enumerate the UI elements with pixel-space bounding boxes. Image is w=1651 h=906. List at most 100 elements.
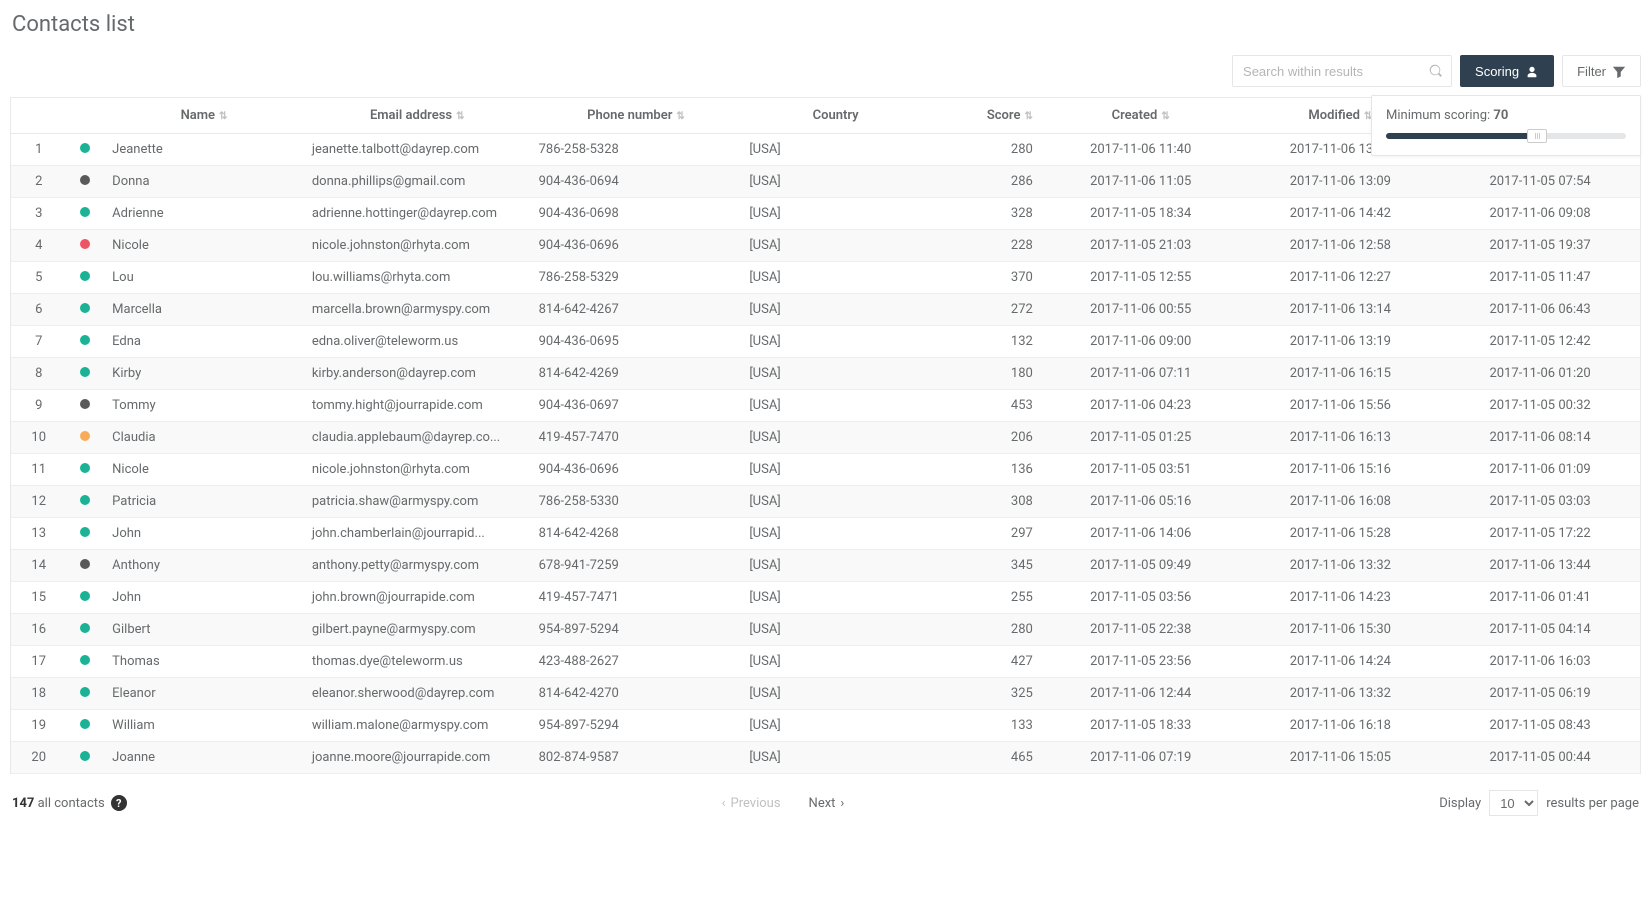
row-index: 12 — [11, 486, 66, 518]
row-phone: 814-642-4267 — [531, 294, 742, 326]
row-phone: 954-897-5294 — [531, 614, 742, 646]
footer-display: Display 10 results per page — [1439, 790, 1639, 816]
search-box[interactable] — [1232, 55, 1452, 87]
per-page-select[interactable]: 10 — [1489, 790, 1538, 816]
table-row[interactable]: 7Ednaedna.oliver@teleworm.us904-436-0695… — [11, 326, 1640, 358]
prev-link[interactable]: ‹ Previous — [722, 796, 781, 811]
row-status — [66, 646, 104, 678]
row-email: eleanor.sherwood@dayrep.com — [304, 678, 531, 710]
row-accessed: 2017-11-05 07:54 — [1440, 166, 1640, 198]
table-row[interactable]: 20Joannejoanne.moore@jourrapide.com802-8… — [11, 742, 1640, 774]
table-row[interactable]: 15Johnjohn.brown@jourrapide.com419-457-7… — [11, 582, 1640, 614]
search-icon[interactable] — [1429, 64, 1443, 79]
status-dot-icon — [80, 495, 90, 505]
sort-icon: ⇅ — [219, 112, 227, 122]
table-row[interactable]: 16Gilbertgilbert.payne@armyspy.com954-89… — [11, 614, 1640, 646]
row-status — [66, 742, 104, 774]
row-index: 20 — [11, 742, 66, 774]
row-modified: 2017-11-06 12:27 — [1241, 262, 1441, 294]
status-dot-icon — [80, 207, 90, 217]
table-row[interactable]: 8Kirbykirby.anderson@dayrep.com814-642-4… — [11, 358, 1640, 390]
col-name[interactable]: Name⇅ — [104, 98, 304, 134]
row-accessed: 2017-11-06 16:03 — [1440, 646, 1640, 678]
table-row[interactable]: 19Williamwilliam.malone@armyspy.com954-8… — [11, 710, 1640, 742]
help-icon[interactable]: ? — [111, 795, 127, 811]
row-modified: 2017-11-06 14:24 — [1241, 646, 1441, 678]
table-row[interactable]: 9Tommytommy.hight@jourrapide.com904-436-… — [11, 390, 1640, 422]
next-link[interactable]: Next › — [809, 796, 845, 811]
row-status — [66, 582, 104, 614]
row-phone: 904-436-0694 — [531, 166, 742, 198]
row-country: [USA] — [741, 710, 930, 742]
slider-track[interactable] — [1386, 133, 1626, 139]
row-modified: 2017-11-06 13:32 — [1241, 550, 1441, 582]
row-accessed: 2017-11-05 08:43 — [1440, 710, 1640, 742]
row-name: Edna — [104, 326, 304, 358]
row-modified: 2017-11-06 13:32 — [1241, 678, 1441, 710]
row-email: donna.phillips@gmail.com — [304, 166, 531, 198]
row-name: John — [104, 582, 304, 614]
row-phone: 786-258-5328 — [531, 134, 742, 166]
col-country: Country — [741, 98, 930, 134]
row-score: 328 — [930, 198, 1041, 230]
row-created: 2017-11-05 03:56 — [1041, 582, 1241, 614]
row-modified: 2017-11-06 16:08 — [1241, 486, 1441, 518]
scoring-button[interactable]: Scoring — [1460, 55, 1554, 87]
row-phone: 786-258-5329 — [531, 262, 742, 294]
status-dot-icon — [80, 175, 90, 185]
row-accessed: 2017-11-05 04:14 — [1440, 614, 1640, 646]
row-country: [USA] — [741, 486, 930, 518]
table-row[interactable]: 12Patriciapatricia.shaw@armyspy.com786-2… — [11, 486, 1640, 518]
table-row[interactable]: 14Anthonyanthony.petty@armyspy.com678-94… — [11, 550, 1640, 582]
row-phone: 904-436-0698 — [531, 198, 742, 230]
row-status — [66, 134, 104, 166]
row-index: 13 — [11, 518, 66, 550]
table-row[interactable]: 13Johnjohn.chamberlain@jourrapid...814-6… — [11, 518, 1640, 550]
col-created[interactable]: Created⇅ — [1041, 98, 1241, 134]
search-input[interactable] — [1243, 64, 1429, 79]
status-dot-icon — [80, 239, 90, 249]
row-created: 2017-11-06 07:19 — [1041, 742, 1241, 774]
table-row[interactable]: 6Marcellamarcella.brown@armyspy.com814-6… — [11, 294, 1640, 326]
status-dot-icon — [80, 591, 90, 601]
sort-icon: ⇅ — [1024, 112, 1032, 122]
row-modified: 2017-11-06 16:13 — [1241, 422, 1441, 454]
row-modified: 2017-11-06 12:58 — [1241, 230, 1441, 262]
col-email[interactable]: Email address⇅ — [304, 98, 531, 134]
table-row[interactable]: 17Thomasthomas.dye@teleworm.us423-488-26… — [11, 646, 1640, 678]
col-phone[interactable]: Phone number⇅ — [531, 98, 742, 134]
row-score: 272 — [930, 294, 1041, 326]
row-country: [USA] — [741, 262, 930, 294]
footer-total: 147 all contacts ? — [12, 795, 127, 811]
sort-icon: ⇅ — [456, 112, 464, 122]
row-index: 19 — [11, 710, 66, 742]
row-score: 132 — [930, 326, 1041, 358]
slider-handle[interactable] — [1527, 129, 1547, 143]
row-created: 2017-11-06 11:40 — [1041, 134, 1241, 166]
row-index: 5 — [11, 262, 66, 294]
table-row[interactable]: 2Donnadonna.phillips@gmail.com904-436-06… — [11, 166, 1640, 198]
table-row[interactable]: 5Loulou.williams@rhyta.com786-258-5329[U… — [11, 262, 1640, 294]
row-modified: 2017-11-06 15:56 — [1241, 390, 1441, 422]
row-score: 228 — [930, 230, 1041, 262]
row-phone: 954-897-5294 — [531, 710, 742, 742]
table-row[interactable]: 18Eleanoreleanor.sherwood@dayrep.com814-… — [11, 678, 1640, 710]
table-row[interactable]: 10Claudiaclaudia.applebaum@dayrep.co...4… — [11, 422, 1640, 454]
row-index: 3 — [11, 198, 66, 230]
row-accessed: 2017-11-05 03:03 — [1440, 486, 1640, 518]
row-phone: 419-457-7470 — [531, 422, 742, 454]
table-row[interactable]: 11Nicolenicole.johnston@rhyta.com904-436… — [11, 454, 1640, 486]
scoring-slider[interactable] — [1386, 133, 1626, 139]
row-email: joanne.moore@jourrapide.com — [304, 742, 531, 774]
col-score[interactable]: Score⇅ — [930, 98, 1041, 134]
contacts-table-wrap: Name⇅ Email address⇅ Phone number⇅ Count… — [10, 97, 1641, 774]
table-row[interactable]: 3Adrienneadrienne.hottinger@dayrep.com90… — [11, 198, 1640, 230]
row-accessed: 2017-11-06 01:20 — [1440, 358, 1640, 390]
row-accessed: 2017-11-06 08:14 — [1440, 422, 1640, 454]
row-accessed: 2017-11-05 06:19 — [1440, 678, 1640, 710]
filter-button[interactable]: Filter — [1562, 55, 1641, 87]
row-status — [66, 422, 104, 454]
status-dot-icon — [80, 559, 90, 569]
table-row[interactable]: 4Nicolenicole.johnston@rhyta.com904-436-… — [11, 230, 1640, 262]
status-dot-icon — [80, 399, 90, 409]
